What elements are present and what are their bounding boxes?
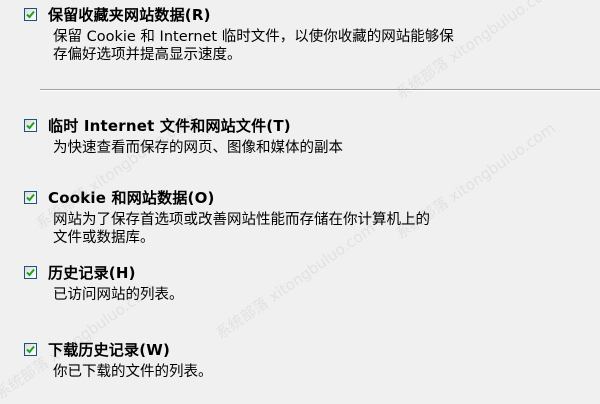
history-description: 已访问网站的列表。 <box>53 287 184 303</box>
preserve-favorites-checkbox[interactable] <box>24 8 37 21</box>
download-history-title: 下载历史记录(W) <box>48 341 171 359</box>
option-preserve-favorites[interactable]: 保留收藏夹网站数据(R) 保留 Cookie 和 Internet 临时文件，以… <box>24 6 594 64</box>
temporary-files-checkbox[interactable] <box>24 119 37 132</box>
option-cookies[interactable]: Cookie 和网站数据(O) 网站为了保存首选项或改善网站性能而存储在你计算机… <box>24 189 594 247</box>
checkmark-icon <box>26 193 35 202</box>
checkmark-icon <box>26 121 35 130</box>
temporary-files-title: 临时 Internet 文件和网站文件(T) <box>48 117 291 135</box>
option-download-history[interactable]: 下载历史记录(W) 你已下载的文件的列表。 <box>24 341 594 381</box>
checkmark-icon <box>26 10 35 19</box>
option-history[interactable]: 历史记录(H) 已访问网站的列表。 <box>24 264 594 304</box>
download-history-checkbox[interactable] <box>24 343 37 356</box>
download-history-description: 你已下载的文件的列表。 <box>53 364 213 380</box>
preserve-favorites-description: 保留 Cookie 和 Internet 临时文件，以使你收藏的网站能够保 存偏… <box>53 29 454 63</box>
checkmark-icon <box>26 345 35 354</box>
cookies-checkbox[interactable] <box>24 191 37 204</box>
history-checkbox[interactable] <box>24 266 37 279</box>
divider <box>40 89 600 91</box>
option-temporary-files[interactable]: 临时 Internet 文件和网站文件(T) 为快速查看而保存的网页、图像和媒体… <box>24 117 594 157</box>
checkmark-icon <box>26 268 35 277</box>
cookies-title: Cookie 和网站数据(O) <box>48 189 215 207</box>
history-title: 历史记录(H) <box>48 264 136 282</box>
preserve-favorites-title: 保留收藏夹网站数据(R) <box>48 6 211 24</box>
cookies-description: 网站为了保存首选项或改善网站性能而存储在你计算机上的 文件或数据库。 <box>53 212 430 246</box>
temporary-files-description: 为快速查看而保存的网页、图像和媒体的副本 <box>53 140 343 156</box>
